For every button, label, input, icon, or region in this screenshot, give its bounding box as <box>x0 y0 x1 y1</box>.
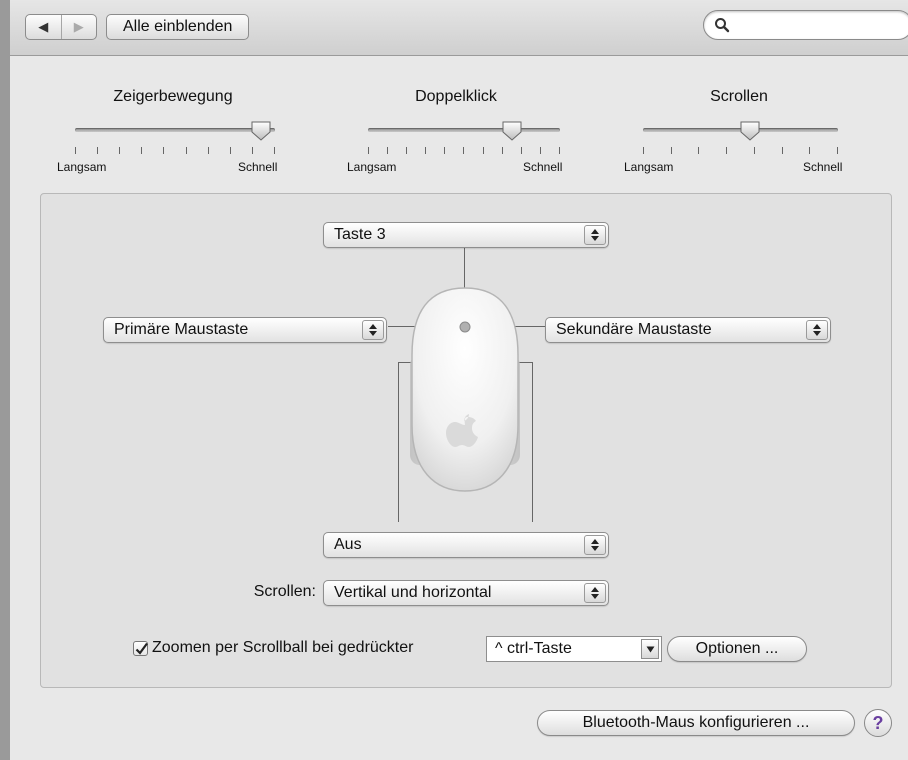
magnifier-icon <box>715 18 730 33</box>
top-button-popup[interactable]: Taste 3 <box>323 222 609 248</box>
window-edge <box>0 0 10 760</box>
slider-tick <box>387 147 389 154</box>
scroll-speed-slider-thumb[interactable] <box>739 120 761 142</box>
updown-arrows-icon <box>584 583 606 603</box>
slider-tick <box>229 147 231 154</box>
dropdown-arrow-icon <box>641 639 659 659</box>
side-buttons-popup[interactable]: Aus <box>323 532 609 558</box>
left-button-popup[interactable]: Primäre Maustaste <box>103 317 387 343</box>
double-click-slider-thumb[interactable] <box>501 120 523 142</box>
options-button[interactable]: Optionen ... <box>667 636 807 662</box>
slider-tick <box>809 147 811 154</box>
connector-side-right <box>532 362 533 522</box>
tracking-speed-title: Zeigerbewegung <box>113 88 233 105</box>
show-all-button[interactable]: Alle einblenden <box>106 14 250 40</box>
scroll-speed-max-label: Schnell <box>803 160 843 174</box>
search-field[interactable] <box>703 10 908 40</box>
updown-arrows-icon <box>584 535 606 555</box>
updown-arrows-icon <box>584 225 606 245</box>
slider-tick <box>425 147 427 154</box>
slider-tick <box>520 147 522 154</box>
slider-tick <box>406 147 408 154</box>
right-button-popup[interactable]: Sekundäre Maustaste <box>545 317 831 343</box>
slider-tick <box>670 147 672 154</box>
mighty-mouse-image <box>410 287 520 492</box>
tracking-speed-track <box>75 128 275 132</box>
zoom-modifier-select[interactable]: ^ ctrl-Taste <box>486 636 662 662</box>
double-click-max-label: Schnell <box>523 160 563 174</box>
nav-buttons: ◀ ▶ <box>25 14 97 40</box>
scrolling-popup[interactable]: Vertikal und horizontal <box>323 580 609 606</box>
tracking-speed-ticks <box>75 147 275 157</box>
checkmark-icon <box>135 642 148 655</box>
scroll-speed-min-label: Langsam <box>624 160 674 174</box>
slider-tick <box>163 147 165 154</box>
back-button[interactable]: ◀ <box>26 15 61 39</box>
slider-tick <box>273 147 275 154</box>
double-click-track <box>368 128 560 132</box>
slider-tick <box>368 147 369 154</box>
help-button[interactable]: ? <box>864 709 892 737</box>
slider-tick <box>185 147 187 154</box>
slider-tick <box>726 147 728 154</box>
scrolling-label: Scrollen: <box>253 583 316 600</box>
updown-arrows-icon <box>362 320 384 340</box>
slider-tick <box>207 147 209 154</box>
tracking-speed-max-label: Schnell <box>238 160 278 174</box>
slider-tick <box>558 147 560 154</box>
slider-tick <box>251 147 253 154</box>
updown-arrows-icon <box>806 320 828 340</box>
right-button-value: Sekundäre Maustaste <box>556 321 712 338</box>
slider-tick <box>539 147 541 154</box>
slider-tick <box>501 147 503 154</box>
left-button-value: Primäre Maustaste <box>114 321 249 338</box>
slider-tick <box>643 147 644 154</box>
slider-tick <box>753 147 755 154</box>
forward-button[interactable]: ▶ <box>60 15 97 39</box>
scrolling-value: Vertikal und horizontal <box>334 584 492 601</box>
top-button-value: Taste 3 <box>334 226 386 243</box>
connector-side-left <box>398 362 399 522</box>
slider-tick <box>698 147 700 154</box>
slider-tick <box>119 147 121 154</box>
double-click-ticks <box>368 147 560 157</box>
slider-tick <box>97 147 99 154</box>
zoom-label: Zoomen per Scrollball bei gedrückter <box>152 639 414 656</box>
scroll-speed-ticks <box>643 147 838 157</box>
tracking-speed-min-label: Langsam <box>57 160 107 174</box>
zoom-checkbox[interactable] <box>133 641 148 656</box>
double-click-min-label: Langsam <box>347 160 397 174</box>
bluetooth-configure-button[interactable]: Bluetooth-Maus konfigurieren ... <box>537 710 855 736</box>
slider-tick <box>75 147 76 154</box>
tracking-speed-slider-thumb[interactable] <box>250 120 272 142</box>
slider-tick <box>482 147 484 154</box>
double-click-title: Doppelklick <box>415 88 497 105</box>
slider-tick <box>141 147 143 154</box>
slider-tick <box>444 147 446 154</box>
zoom-modifier-value: ^ ctrl-Taste <box>495 640 572 657</box>
side-buttons-value: Aus <box>334 536 362 553</box>
search-input[interactable] <box>736 16 900 34</box>
slider-tick <box>836 147 838 154</box>
scroll-speed-title: Scrollen <box>710 88 768 105</box>
slider-tick <box>463 147 465 154</box>
slider-tick <box>781 147 783 154</box>
